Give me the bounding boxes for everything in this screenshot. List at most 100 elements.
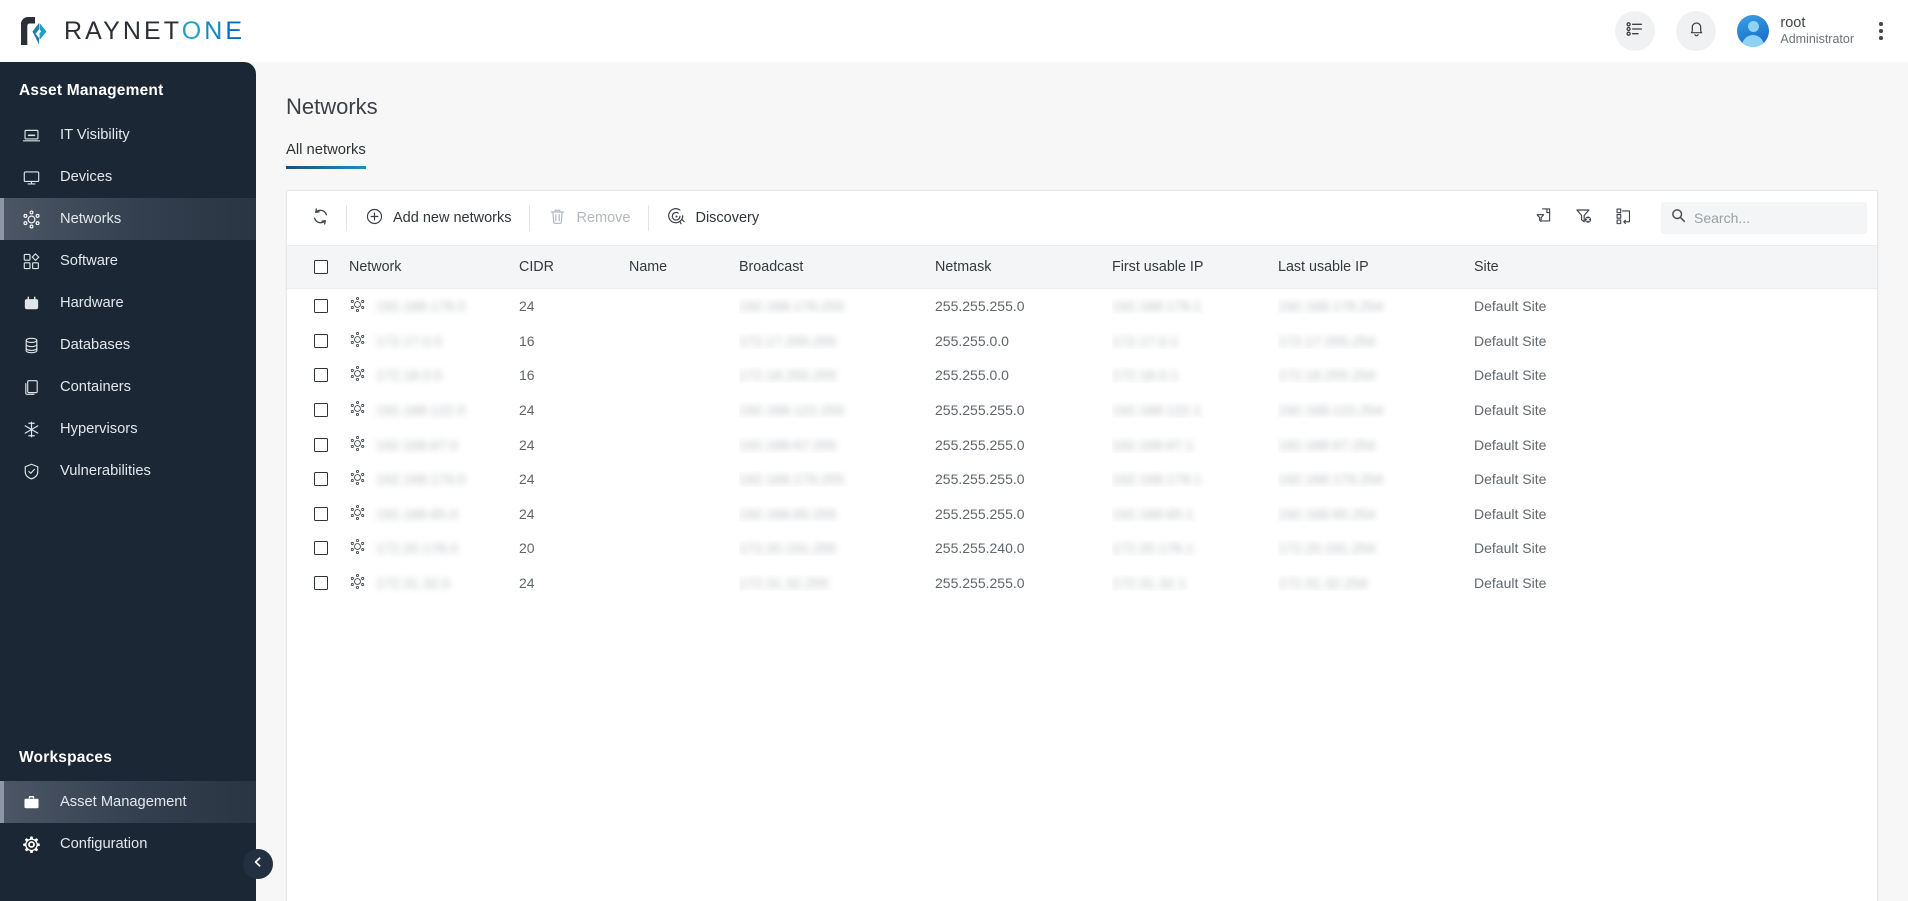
row-checkbox[interactable]	[314, 506, 328, 521]
task-list-icon	[1626, 20, 1644, 43]
user-info[interactable]: root Administrator	[1780, 15, 1854, 48]
page-title: Networks	[286, 94, 378, 119]
sidebar-item-software[interactable]: Software	[0, 240, 256, 282]
row-checkbox[interactable]	[314, 299, 328, 314]
cell-network: 172.31.32.0	[349, 573, 519, 593]
column-header-netmask[interactable]: Netmask	[935, 259, 1112, 275]
table-row[interactable]: 192.168.178.0 24 192.168.178.255 255.255.25…	[287, 289, 1877, 324]
sidebar: Asset Management IT Visibility Devices N…	[0, 62, 256, 901]
row-checkbox[interactable]	[314, 541, 328, 556]
sidebar-workspace-label: Asset Management	[60, 794, 187, 810]
table-row[interactable]: 192.168.65.0 24 192.168.65.255 255.255.255.…	[287, 497, 1877, 532]
networks-table: Network CIDR Name Broadcast Netmask Firs…	[287, 245, 1877, 901]
filter-document-icon	[1534, 206, 1554, 231]
sidebar-workspace-asset-management[interactable]: Asset Management	[0, 781, 256, 823]
sidebar-item-hardware[interactable]: Hardware	[0, 282, 256, 324]
search-input[interactable]	[1694, 210, 1857, 226]
column-header-site[interactable]: Site	[1474, 259, 1634, 275]
cell-first-usable-ip: 192.168.178.1	[1112, 298, 1202, 315]
sidebar-item-hypervisors[interactable]: Hypervisors	[0, 408, 256, 450]
cell-last-usable-ip: 172.31.32.254	[1278, 575, 1368, 592]
row-select-cell	[287, 299, 349, 314]
select-all-checkbox[interactable]	[314, 260, 328, 274]
sidebar-item-containers[interactable]: Containers	[0, 366, 256, 408]
cell-cidr: 24	[519, 575, 535, 592]
add-new-networks-button[interactable]: Add new networks	[351, 191, 525, 245]
chevron-left-icon	[251, 855, 265, 874]
cell-broadcast: 172.18.255.255	[739, 367, 837, 384]
table-row[interactable]: 172.20.176.0 20 172.20.191.255 255.255.240.…	[287, 531, 1877, 566]
cell-site: Default Site	[1474, 471, 1547, 488]
sidebar-collapse-button[interactable]	[243, 849, 273, 879]
sidebar-item-it-visibility[interactable]: IT Visibility	[0, 114, 256, 156]
notifications-button[interactable]	[1676, 11, 1717, 51]
task-list-button[interactable]	[1615, 11, 1656, 51]
table-row[interactable]: 172.31.32.0 24 172.31.32.255 255.255.255.0 1…	[287, 566, 1877, 601]
sidebar-workspace-configuration[interactable]: Configuration	[0, 823, 256, 865]
table-row[interactable]: 192.168.67.0 24 192.168.67.255 255.255.255.…	[287, 427, 1877, 462]
row-checkbox[interactable]	[314, 368, 328, 383]
cell-cidr: 24	[519, 298, 535, 315]
saved-filter-button[interactable]	[1525, 199, 1563, 237]
column-header-broadcast[interactable]: Broadcast	[739, 259, 935, 275]
cell-network: 172.17.0.0	[349, 331, 519, 351]
row-checkbox[interactable]	[314, 403, 328, 418]
row-checkbox[interactable]	[314, 576, 328, 591]
sidebar-item-networks[interactable]: Networks	[0, 198, 256, 240]
discovery-button[interactable]: Discovery	[653, 191, 773, 245]
cell-first-usable-ip: 172.31.32.1	[1112, 575, 1186, 592]
refresh-icon	[311, 207, 330, 230]
cell-cidr: 24	[519, 505, 535, 522]
row-checkbox[interactable]	[314, 437, 328, 452]
sidebar-item-label: Networks	[60, 211, 122, 227]
sidebar-item-databases[interactable]: Databases	[0, 324, 256, 366]
cell-network: 172.18.0.0	[349, 365, 519, 385]
cell-last-usable-ip: 172.18.255.254	[1278, 367, 1376, 384]
row-checkbox[interactable]	[314, 472, 328, 487]
brand-n: N	[204, 16, 226, 45]
brand-logo[interactable]: RAYNETONE	[18, 14, 245, 49]
cell-netmask: 255.255.255.0	[935, 505, 1025, 522]
column-header-first-usable-ip[interactable]: First usable IP	[1112, 259, 1278, 275]
remove-button[interactable]: Remove	[534, 191, 644, 245]
cell-last-usable-ip: 172.17.255.254	[1278, 332, 1376, 349]
cell-cidr: 24	[519, 436, 535, 453]
table-row[interactable]: 192.168.122.0 24 192.168.122.255 255.255.25…	[287, 393, 1877, 428]
row-select-cell	[287, 506, 349, 521]
table-row[interactable]: 192.168.179.0 24 192.168.179.255 255.255.25…	[287, 462, 1877, 497]
top-bar-more-button[interactable]	[1868, 13, 1894, 49]
refresh-button[interactable]	[299, 191, 342, 245]
column-header-cidr[interactable]: CIDR	[519, 259, 629, 275]
sidebar-item-devices[interactable]: Devices	[0, 156, 256, 198]
column-header-last-usable-ip[interactable]: Last usable IP	[1278, 259, 1474, 275]
search-box[interactable]	[1661, 202, 1867, 234]
row-select-cell	[287, 403, 349, 418]
row-checkbox[interactable]	[314, 333, 328, 348]
networks-card: Add new networks Remove Discovery Search…	[286, 190, 1878, 901]
cell-netmask: 255.255.255.0	[935, 298, 1025, 315]
cell-first-usable-ip: 172.18.0.1	[1112, 367, 1179, 384]
cell-cidr: 16	[519, 332, 535, 349]
table-row[interactable]: 172.18.0.0 16 172.18.255.255 255.255.0.0 172…	[287, 358, 1877, 393]
cell-network-value: 172.31.32.0	[376, 575, 450, 592]
cell-last-usable-ip: 192.168.67.254	[1278, 436, 1376, 453]
cell-site: Default Site	[1474, 575, 1547, 592]
clear-filter-button[interactable]	[1565, 199, 1603, 237]
cell-cidr: 24	[519, 402, 535, 419]
column-header-network[interactable]: Network	[349, 259, 519, 275]
sidebar-item-label: Vulnerabilities	[60, 463, 151, 479]
plus-circle-icon	[365, 207, 384, 230]
column-settings-button[interactable]	[1605, 199, 1643, 237]
avatar[interactable]	[1737, 15, 1770, 47]
hardware-chip-icon	[22, 294, 41, 313]
column-settings-icon	[1614, 206, 1634, 231]
cell-cidr: 24	[519, 471, 535, 488]
network-hub-icon	[349, 435, 366, 455]
sidebar-item-label: Databases	[60, 337, 131, 353]
sidebar-workspace-label: Configuration	[60, 836, 148, 852]
sidebar-item-vulnerabilities[interactable]: Vulnerabilities	[0, 450, 256, 492]
sidebar-item-label: Hardware	[60, 295, 124, 311]
tab-all-networks[interactable]: All networks	[286, 142, 366, 169]
column-header-name[interactable]: Name	[629, 259, 739, 275]
table-row[interactable]: 172.17.0.0 16 172.17.255.255 255.255.0.0 172…	[287, 324, 1877, 359]
